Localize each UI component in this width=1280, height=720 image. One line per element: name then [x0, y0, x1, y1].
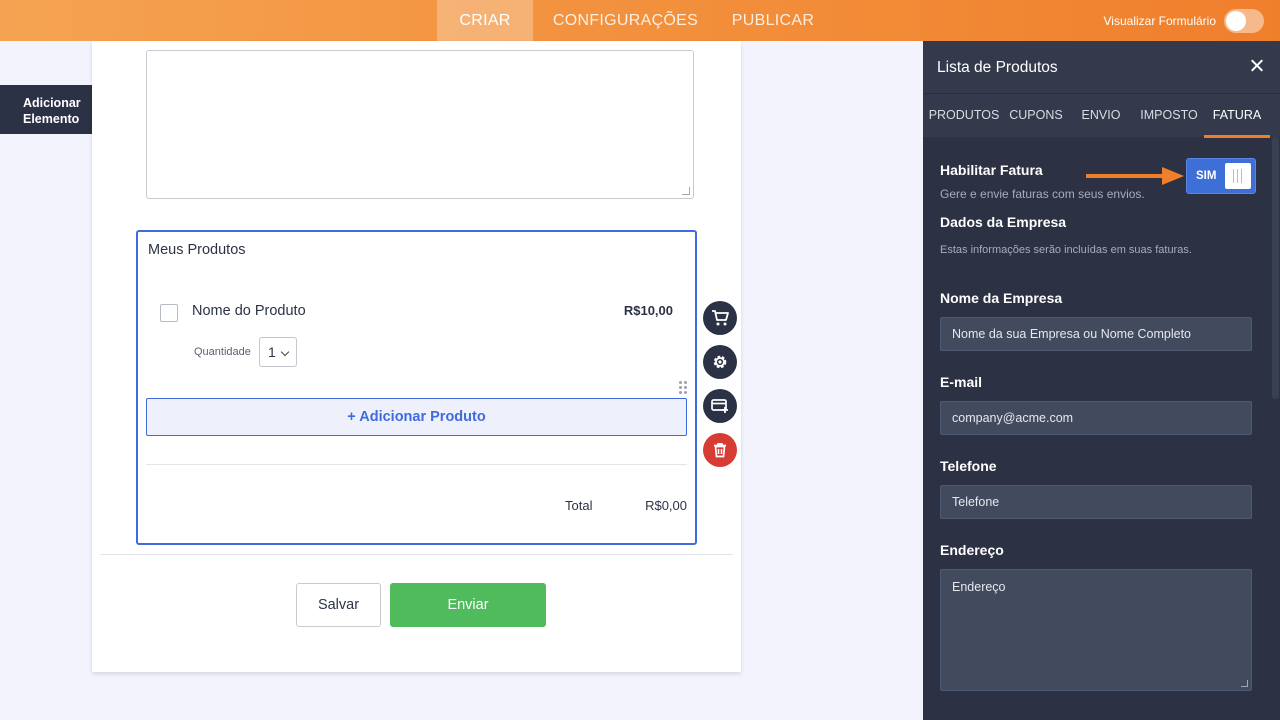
drag-handle-icon[interactable] [679, 381, 689, 395]
scrollbar-thumb[interactable] [1272, 137, 1279, 399]
gear-icon [713, 355, 727, 369]
quantity-value: 1 [268, 344, 276, 360]
total-value: R$0,00 [645, 498, 687, 513]
annotation-arrow-icon [1086, 167, 1184, 185]
email-field[interactable]: company@acme.com [940, 401, 1252, 435]
divider [100, 554, 733, 555]
preview-form-control: Visualizar Formulário [1104, 9, 1264, 33]
resize-handle-icon[interactable] [682, 187, 690, 195]
quantity-select[interactable]: 1 [259, 337, 297, 367]
properties-button[interactable] [703, 345, 737, 379]
tab-configuracoes[interactable]: CONFIGURAÇÕES [533, 0, 718, 41]
product-name: Nome do Produto [192, 303, 306, 319]
close-icon[interactable] [1248, 57, 1266, 75]
product-price: R$10,00 [623, 303, 673, 318]
product-list-title: Meus Produtos [148, 242, 246, 258]
form-canvas: Meus Produtos Nome do Produto R$10,00 Qu… [92, 41, 741, 672]
add-card-icon [711, 399, 728, 413]
panel-title: Lista de Produtos [937, 59, 1058, 76]
cart-icon [712, 310, 729, 326]
tab-envio[interactable]: ENVIO [1075, 94, 1127, 138]
quantity-label: Quantidade [194, 346, 251, 358]
send-button[interactable]: Enviar [390, 583, 546, 627]
builder-tabs: CRIAR CONFIGURAÇÕES PUBLICAR [437, 0, 828, 41]
preview-form-toggle[interactable] [1224, 9, 1264, 33]
add-element-label: Adicionar Elemento [23, 96, 81, 126]
phone-field[interactable]: Telefone [940, 485, 1252, 519]
address-value: Endereço [952, 580, 1006, 594]
product-checkbox[interactable] [160, 304, 178, 322]
toggle-label: SIM [1196, 170, 1217, 182]
company-name-label: Nome da Empresa [940, 290, 1063, 306]
add-card-button[interactable] [703, 389, 737, 423]
address-label: Endereço [940, 542, 1004, 558]
tab-imposto[interactable]: IMPOSTO [1135, 94, 1203, 138]
toggle-knob [1226, 11, 1246, 31]
product-list-properties-panel: Lista de Produtos PRODUTOS CUPONS ENVIO … [923, 41, 1280, 720]
panel-header: Lista de Produtos [923, 41, 1280, 93]
enable-invoice-label: Habilitar Fatura [940, 162, 1043, 178]
tab-fatura[interactable]: FATURA [1204, 94, 1270, 138]
address-field[interactable]: Endereço [940, 569, 1252, 691]
panel-tabs: PRODUTOS CUPONS ENVIO IMPOSTO FATURA [923, 93, 1280, 138]
company-name-field[interactable]: Nome da sua Empresa ou Nome Completo [940, 317, 1252, 351]
toggle-knob [1225, 163, 1251, 189]
company-data-description: Estas informações serão incluídas em sua… [940, 244, 1192, 256]
tab-publicar[interactable]: PUBLICAR [718, 0, 828, 41]
tab-produtos[interactable]: PRODUTOS [927, 94, 1001, 138]
tab-criar[interactable]: CRIAR [437, 0, 533, 41]
preview-form-label: Visualizar Formulário [1103, 14, 1216, 28]
textarea-field[interactable] [146, 50, 694, 199]
email-label: E-mail [940, 374, 983, 390]
tab-cupons[interactable]: CUPONS [1005, 94, 1067, 138]
add-product-button[interactable]: + Adicionar Produto [146, 398, 687, 436]
trash-icon [714, 443, 726, 458]
product-settings-cart-button[interactable] [703, 301, 737, 335]
phone-label: Telefone [940, 458, 997, 474]
company-data-label: Dados da Empresa [940, 214, 1067, 230]
divider [146, 464, 687, 465]
delete-button[interactable] [703, 433, 737, 467]
product-list-element[interactable]: Meus Produtos Nome do Produto R$10,00 Qu… [136, 230, 697, 545]
chevron-down-icon [280, 347, 290, 357]
enable-invoice-toggle[interactable]: SIM [1186, 158, 1256, 194]
top-navigation-bar: CRIAR CONFIGURAÇÕES PUBLICAR Visualizar … [0, 0, 1280, 41]
enable-invoice-description: Gere e envie faturas com seus envios. [940, 187, 1145, 201]
save-button[interactable]: Salvar [296, 583, 381, 627]
total-label: Total [565, 498, 593, 513]
resize-handle-icon[interactable] [1241, 680, 1248, 687]
